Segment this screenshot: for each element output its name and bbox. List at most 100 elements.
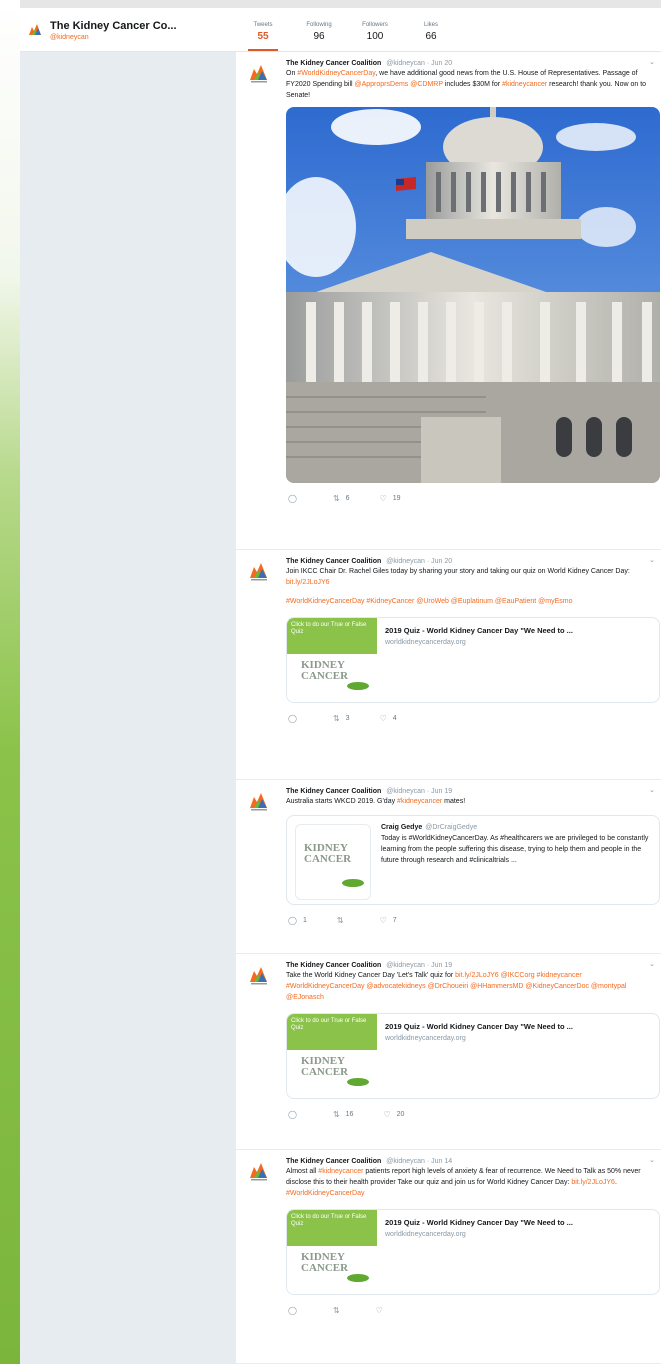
tweet-link[interactable]: #WorldKidneyCancerDay [297,70,375,77]
kidney-cancer-logo-icon [28,22,42,36]
card-thumbnail: Click to do our True or False Quiz KIDNE… [287,1210,377,1294]
thumb-caption: Click to do our True or False Quiz [291,1214,367,1227]
thumb-title: KIDNEY CANCER [301,1055,349,1078]
chevron-down-icon[interactable]: ⌄ [649,960,655,968]
tweet-link[interactable]: bit.ly/2JLoJY6 [571,1179,615,1186]
tab-followers[interactable]: Followers 100 [358,22,392,42]
card-title[interactable]: 2019 Quiz - World Kidney Cancer Day "We … [385,1218,573,1227]
like-icon: ♡ [379,915,387,925]
reply-icon: ◯ [288,493,297,503]
like-button[interactable]: ♡ 20 [383,1108,404,1120]
profile-stats: Tweets 55 Following 96 Followers 100 Lik… [246,22,448,51]
like-button[interactable]: ♡ 19 [380,492,401,504]
tab-likes[interactable]: Likes 66 [414,22,448,42]
retweet-icon: ⇅ [332,713,340,723]
reply-count: 1 [302,916,307,924]
stat-value: 100 [366,31,384,42]
quote-author-name[interactable]: Craig Gedye [381,824,422,831]
retweet-icon: ⇅ [332,493,340,503]
profile-handle[interactable]: @kidneycan [50,34,177,41]
tweet-link[interactable]: #WorldKidneyCancerDay [286,1190,364,1197]
chevron-down-icon[interactable]: ⌄ [649,1156,655,1164]
retweet-button[interactable]: ⇅ 3 [333,712,350,724]
avatar[interactable] [248,964,270,986]
avatar[interactable] [248,1160,270,1182]
tweet-text-segment: includes $30M for [442,81,503,88]
reply-button[interactable]: ◯ [288,1108,303,1120]
tweet-link[interactable]: bit.ly/2JLoJY6 [286,579,330,586]
author-meta[interactable]: @kidneycan · Jun 14 [386,1158,452,1165]
tweet-hashtags[interactable]: #WorldKidneyCancerDay #KidneyCancer @Uro… [286,596,653,607]
link-card[interactable]: Click to do our True or False Quiz KIDNE… [286,1013,660,1099]
reply-button[interactable]: ◯ [288,712,303,724]
retweet-button[interactable]: ⇅ 16 [333,1108,354,1120]
profile-summary[interactable]: The Kidney Cancer Co... @kidneycan [28,20,177,41]
capitol-building-photo[interactable] [286,107,660,483]
reply-icon: ◯ [288,713,297,723]
tweet-text: On #WorldKidneyCancerDay, we have additi… [286,68,653,101]
tweet-text: Almost all #kidneycancer patients report… [286,1166,653,1199]
like-count: 19 [392,494,401,502]
retweet-count: 6 [345,494,350,502]
profile-name[interactable]: The Kidney Cancer Co... [50,20,177,32]
tweet-link[interactable]: #kidneycancer [502,81,547,88]
card-title[interactable]: 2019 Quiz - World Kidney Cancer Day "We … [385,626,573,635]
retweet-button[interactable]: ⇅ [337,914,350,926]
link-card[interactable]: Click to do our True or False Quiz KIDNE… [286,617,660,703]
tweet-actions: ◯ ⇅ 3 ♡ 4 [286,712,653,724]
author-meta[interactable]: @kidneycan · Jun 20 [386,60,452,67]
retweet-button[interactable]: ⇅ 6 [333,492,350,504]
tweet[interactable]: ⌄ The Kidney Cancer Coalition @kidneycan… [236,550,661,780]
leaf-icon [342,879,364,887]
card-thumbnail: Click to do our True or False Quiz KIDNE… [287,1014,377,1098]
author-name[interactable]: The Kidney Cancer Coalition [286,788,381,795]
tweet[interactable]: ⌄ The Kidney Cancer Coalition @kidneycan… [236,954,661,1150]
chevron-down-icon[interactable]: ⌄ [649,58,655,66]
author-name[interactable]: The Kidney Cancer Coalition [286,60,381,67]
author-name[interactable]: The Kidney Cancer Coalition [286,962,381,969]
tweet-text-segment: On [286,70,298,77]
tab-tweets[interactable]: Tweets 55 [246,22,280,51]
tweet-text: Australia starts WKCD 2019. G'day #kidne… [286,796,653,807]
like-count: 20 [396,1110,405,1118]
author-meta[interactable]: @kidneycan · Jun 19 [386,962,452,969]
quote-author-handle[interactable]: @DrCraigGedye [425,824,477,831]
reply-button[interactable]: ◯ [288,1304,303,1316]
author-name[interactable]: The Kidney Cancer Coalition [286,1158,381,1165]
retweet-button[interactable]: ⇅ [333,1304,346,1316]
avatar[interactable] [248,790,270,812]
author-meta[interactable]: @kidneycan · Jun 19 [386,788,452,795]
tweet[interactable]: ⌄ The Kidney Cancer Coalition @kidneycan… [236,780,661,954]
card-title[interactable]: 2019 Quiz - World Kidney Cancer Day "We … [385,1022,573,1031]
author-meta[interactable]: @kidneycan · Jun 20 [386,558,452,565]
avatar[interactable] [248,62,270,84]
stat-value: 66 [425,31,437,42]
stat-label: Likes [423,22,438,28]
tweet[interactable]: ⌄ The Kidney Cancer Coalition @kidneycan… [236,52,661,550]
tweet-header: The Kidney Cancer Coalition @kidneycan ·… [286,788,653,795]
tweet-link[interactable]: @CDMRP [410,81,443,88]
like-button[interactable]: ♡ [376,1304,389,1316]
leaf-icon [347,682,369,690]
link-card[interactable]: Click to do our True or False Quiz KIDNE… [286,1209,660,1295]
tweet[interactable]: ⌄ The Kidney Cancer Coalition @kidneycan… [236,1150,661,1364]
tweet-header: The Kidney Cancer Coalition @kidneycan ·… [286,60,653,67]
like-icon: ♡ [383,1109,391,1119]
tab-following[interactable]: Following 96 [302,22,336,42]
tweet-link[interactable]: bit.ly/2JLoJY6 [455,972,499,979]
like-button[interactable]: ♡ 7 [380,914,397,926]
avatar[interactable] [248,560,270,582]
chevron-down-icon[interactable]: ⌄ [649,786,655,794]
retweet-count: 16 [345,1110,354,1118]
chevron-down-icon[interactable]: ⌄ [649,556,655,564]
tweet-text-segment: Australia starts WKCD 2019. G'day [286,798,398,805]
tweet-link[interactable]: #kidneycancer [397,798,442,805]
reply-button[interactable]: ◯ [288,492,303,504]
tweet-link[interactable]: @ApproprsDems [355,81,409,88]
quoted-tweet[interactable]: KIDNEY CANCER Craig Gedye @DrCraigGedye To… [286,815,660,905]
like-button[interactable]: ♡ 4 [380,712,397,724]
tweet-header: The Kidney Cancer Coalition @kidneycan ·… [286,558,653,565]
author-name[interactable]: The Kidney Cancer Coalition [286,558,381,565]
reply-button[interactable]: ◯ 1 [288,914,307,926]
tweet-link[interactable]: #kidneycancer [318,1168,363,1175]
